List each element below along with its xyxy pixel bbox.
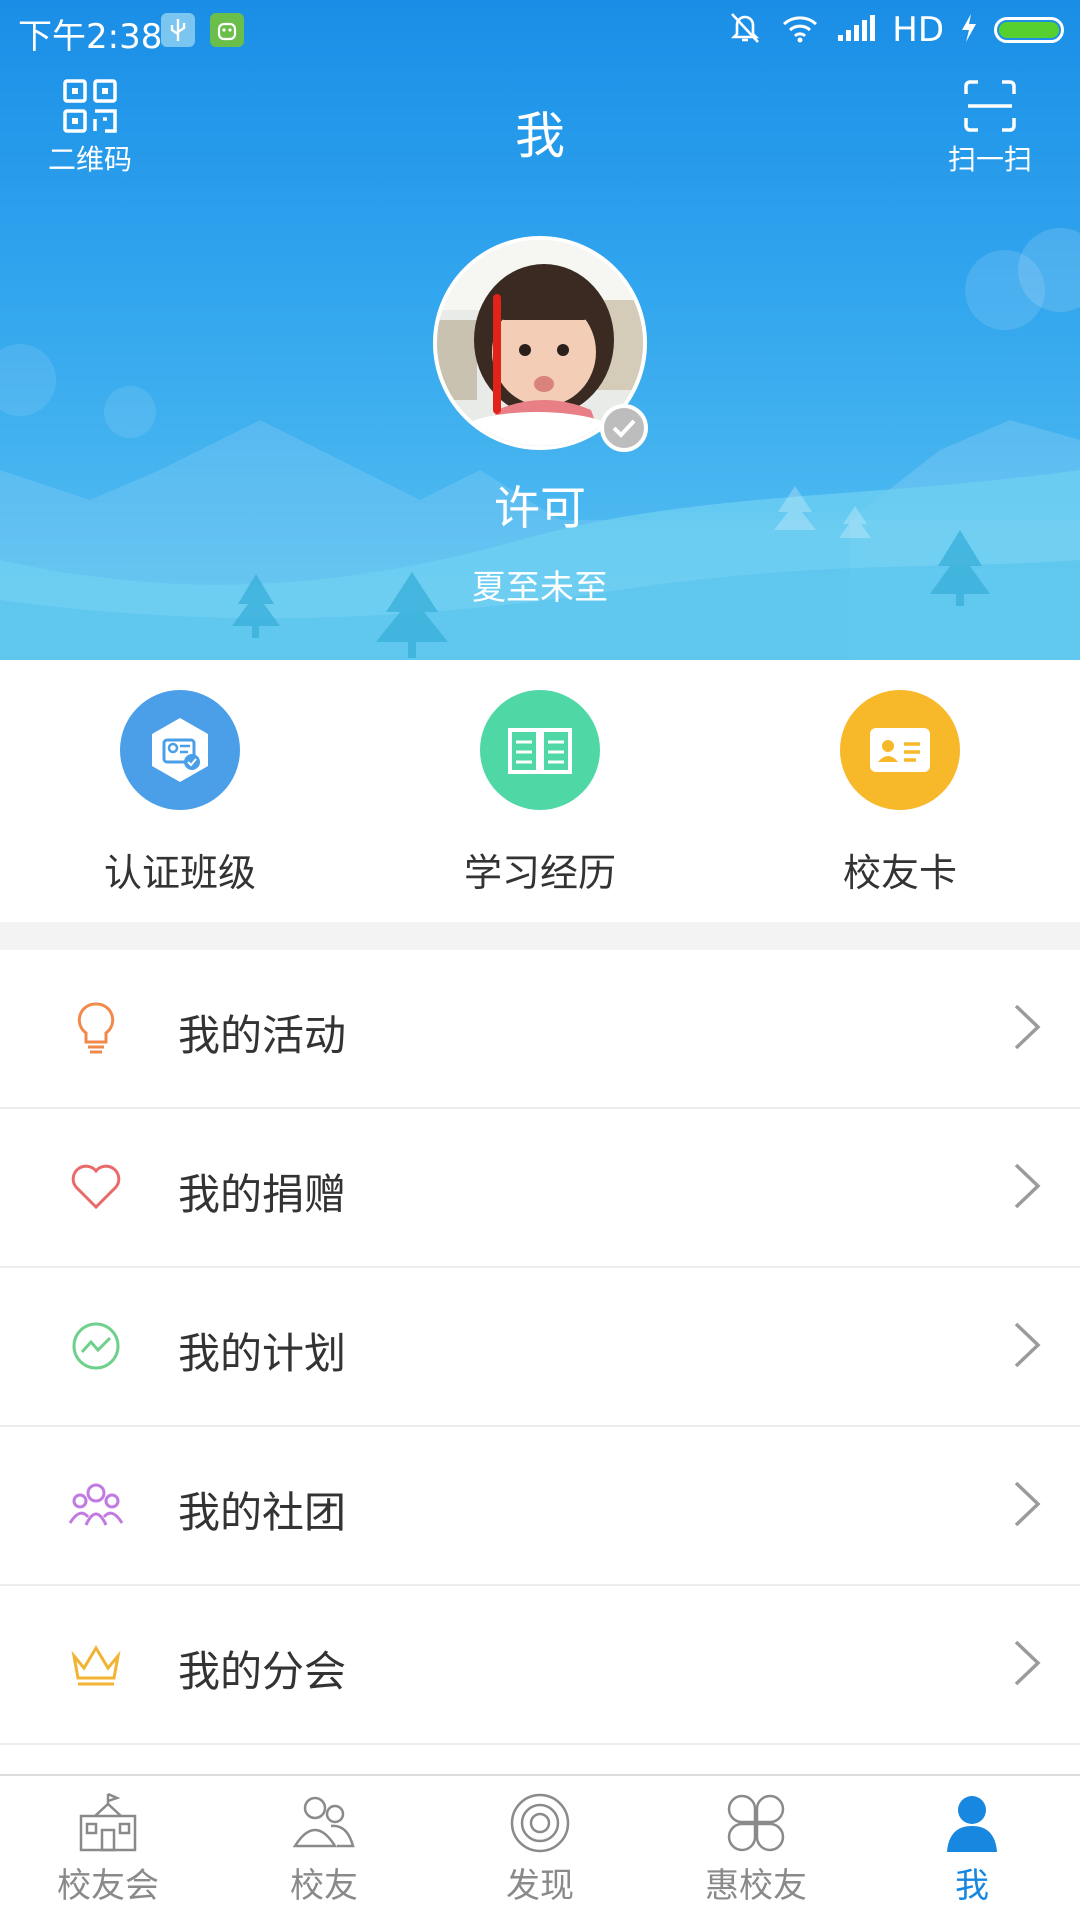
scan-icon — [962, 80, 1018, 138]
mute-icon — [726, 10, 764, 50]
menu-item-label: 我的分会 — [178, 1647, 347, 1696]
section-divider — [0, 922, 1080, 950]
android-icon — [210, 13, 244, 47]
study-history-label: 学习经历 — [463, 851, 616, 895]
chevron-right-icon — [1012, 1320, 1042, 1370]
status-time: 下午2:38 — [18, 17, 163, 57]
menu-item-plans[interactable]: 我的计划 — [0, 1268, 1080, 1427]
tab-label: 惠校友 — [705, 1866, 807, 1906]
chevron-right-icon — [1012, 1161, 1042, 1211]
menu-item-clubs[interactable]: 我的社团 — [0, 1427, 1080, 1586]
scan-button[interactable]: 扫一扫 — [930, 78, 1050, 178]
wifi-icon — [780, 12, 820, 48]
menu-list: 我的活动 我的捐赠 我的计划 我的社团 我的分会 — [0, 950, 1080, 1745]
status-bar: 下午2:38 HD — [0, 0, 1080, 60]
usb-icon — [161, 13, 195, 47]
school-building-icon — [0, 1790, 216, 1856]
lightbulb-icon — [66, 998, 126, 1058]
alumni-card-label: 校友卡 — [842, 851, 957, 895]
tab-me[interactable]: 我 — [864, 1790, 1080, 1907]
menu-item-label: 我的计划 — [178, 1329, 347, 1378]
bottom-tab-bar: 校友会 校友 发现 惠校友 我 — [0, 1774, 1080, 1920]
certified-class-icon — [120, 690, 240, 810]
signal-icon — [836, 13, 876, 47]
chevron-right-icon — [1012, 1002, 1042, 1052]
chevron-right-icon — [1012, 1479, 1042, 1529]
tab-alumni-benefits[interactable]: 惠校友 — [648, 1790, 864, 1907]
tab-alumni[interactable]: 校友 — [216, 1790, 432, 1907]
network-type: HD — [892, 10, 944, 50]
study-history-button[interactable]: 学习经历 — [390, 690, 690, 897]
discover-icon — [432, 1790, 648, 1856]
page-title: 我 — [515, 107, 565, 165]
alumni-card-button[interactable]: 校友卡 — [750, 690, 1050, 897]
heart-icon — [66, 1157, 126, 1217]
menu-item-label: 我的活动 — [178, 1011, 347, 1060]
tab-label: 校友会 — [57, 1866, 159, 1906]
certified-class-label: 认证班级 — [103, 851, 256, 895]
people-icon — [216, 1790, 432, 1856]
open-book-icon — [480, 690, 600, 810]
trend-icon — [66, 1316, 126, 1376]
menu-item-donations[interactable]: 我的捐赠 — [0, 1109, 1080, 1268]
tab-alumni-association[interactable]: 校友会 — [0, 1790, 216, 1907]
person-icon — [864, 1790, 1080, 1856]
id-card-icon — [840, 690, 960, 810]
user-signature: 夏至未至 — [472, 568, 608, 608]
scan-label: 扫一扫 — [947, 143, 1032, 176]
user-name: 许可 — [494, 481, 586, 535]
verified-check-icon — [600, 404, 648, 452]
menu-item-activities[interactable]: 我的活动 — [0, 950, 1080, 1109]
tab-label: 校友 — [290, 1866, 358, 1906]
profile-screen: 下午2:38 HD 二维码 我 扫一扫 许可 夏至未至 认证班级 学习经历 校友… — [0, 0, 1080, 1920]
crown-icon — [66, 1634, 126, 1694]
battery-icon — [994, 17, 1064, 43]
charging-icon — [960, 12, 978, 48]
chevron-right-icon — [1012, 1638, 1042, 1688]
quick-actions: 认证班级 学习经历 校友卡 — [0, 660, 1080, 922]
tab-label: 我 — [955, 1866, 989, 1906]
profile-header: 下午2:38 HD 二维码 我 扫一扫 许可 夏至未至 — [0, 0, 1080, 660]
menu-item-label: 我的捐赠 — [178, 1170, 347, 1219]
tab-label: 发现 — [506, 1866, 574, 1906]
group-icon — [66, 1475, 126, 1535]
menu-item-label: 我的社团 — [178, 1488, 347, 1537]
tab-discover[interactable]: 发现 — [432, 1790, 648, 1907]
clover-icon — [648, 1790, 864, 1856]
menu-item-branches[interactable]: 我的分会 — [0, 1586, 1080, 1745]
certified-class-button[interactable]: 认证班级 — [30, 690, 330, 897]
